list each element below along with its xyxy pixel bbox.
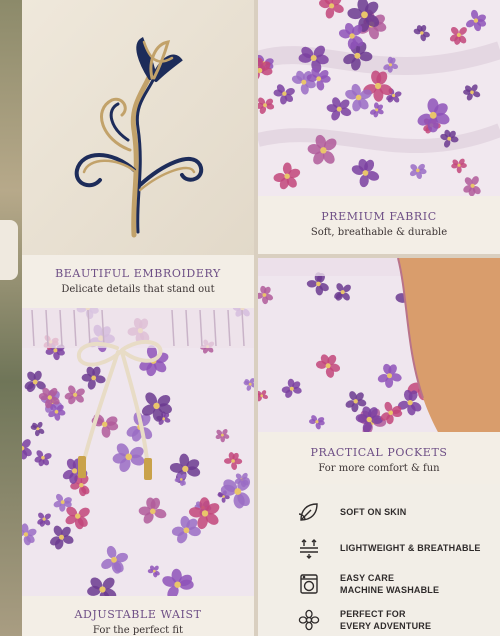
feature-soft-line1: SOFT ON SKIN	[340, 507, 407, 517]
features-list: SOFT ON SKIN LIGHTWEIGHT & BREATHABLE EA…	[258, 484, 500, 636]
feature-easy-care-line1: EASY CARE	[340, 573, 395, 583]
embroidery-caption: BEAUTIFUL EMBROIDERY Delicate details th…	[22, 255, 254, 308]
floral-fabric-pattern	[258, 0, 500, 196]
waist-photo	[22, 308, 254, 596]
fabric-title: PREMIUM FABRIC	[321, 210, 437, 223]
feature-adventure: PERFECT FOR EVERY ADVENTURE	[258, 604, 500, 636]
feature-adventure-line2: EVERY ADVENTURE	[340, 621, 432, 631]
pockets-subtitle: For more comfort & fun	[318, 463, 440, 474]
washing-machine-icon	[294, 569, 324, 599]
embroidery-subtitle: Delicate details that stand out	[61, 284, 215, 295]
pockets-caption: PRACTICAL POCKETS For more comfort & fun	[258, 432, 500, 484]
feature-soft: SOFT ON SKIN	[258, 496, 500, 528]
fabric-caption: PREMIUM FABRIC Soft, breathable & durabl…	[258, 196, 500, 254]
flower-icon	[294, 605, 324, 635]
fabric-subtitle: Soft, breathable & durable	[310, 227, 448, 238]
feature-breathable-line1: LIGHTWEIGHT & BREATHABLE	[340, 543, 481, 553]
leaf-icon	[294, 497, 324, 527]
breathable-icon	[294, 533, 324, 563]
feature-breathable: LIGHTWEIGHT & BREATHABLE	[258, 532, 500, 564]
embroidery-title: BEAUTIFUL EMBROIDERY	[55, 267, 221, 280]
pockets-title: PRACTICAL POCKETS	[310, 446, 448, 459]
feature-easy-care-line2: MACHINE WASHABLE	[340, 585, 440, 595]
waist-title: ADJUSTABLE WAIST	[74, 608, 202, 621]
feature-adventure-line1: PERFECT FOR	[340, 609, 406, 619]
fabric-photo	[258, 0, 500, 196]
waist-subtitle: For the perfect fit	[92, 625, 184, 636]
drawstring-tip-left	[78, 456, 86, 478]
drawstring-tip-right	[144, 458, 152, 480]
pocket-photo	[258, 258, 500, 432]
waist-caption: ADJUSTABLE WAIST For the perfect fit	[22, 596, 254, 636]
feature-easy-care: EASY CARE MACHINE WASHABLE	[258, 568, 500, 600]
embroidery-photo	[22, 0, 254, 255]
background-scenery	[0, 0, 22, 636]
